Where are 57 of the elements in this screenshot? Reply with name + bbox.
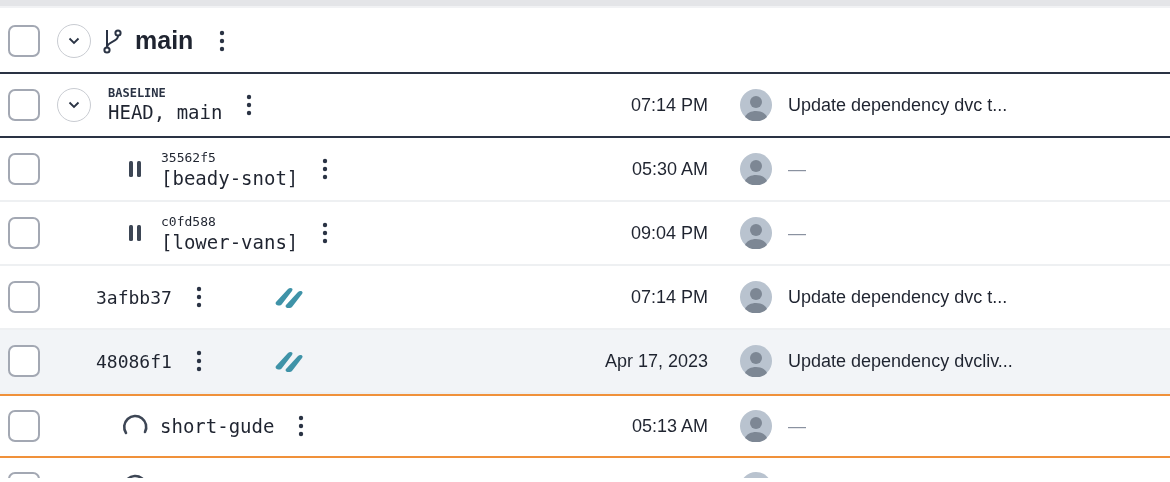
commit-time: 05:30 AM (630, 157, 708, 181)
avatar-icon (740, 153, 772, 185)
menu-icon[interactable] (322, 222, 329, 244)
avatar-icon (740, 217, 772, 249)
checkbox[interactable] (8, 281, 40, 313)
striped-icon (273, 286, 304, 308)
expand-button[interactable] (57, 88, 91, 122)
menu-icon[interactable] (322, 158, 329, 180)
commit-message: Update dependency dvc t... (788, 93, 1008, 117)
expand-button[interactable] (57, 24, 91, 58)
table-row[interactable]: c0fd588 [lower-vans] 09:04 PM — (0, 202, 1170, 266)
checkpoint-name: [beady-snot] (161, 165, 299, 190)
checkbox[interactable] (8, 410, 40, 442)
pause-icon (129, 225, 141, 241)
table-row[interactable]: 48086f1 Apr 17, 2023 Update dependency dvcliv... (0, 330, 1170, 394)
commit-name: HEAD, main (108, 100, 223, 124)
commit-sha: 3afbb37 (96, 285, 172, 310)
checkbox[interactable] (8, 89, 40, 121)
commit-time: 07:14 PM (629, 93, 708, 117)
menu-icon[interactable] (246, 94, 253, 116)
commit-message: — (788, 414, 806, 438)
commit-sha: 35562f5 (161, 148, 217, 166)
commit-message: Update dependency dvcliv... (788, 349, 1013, 373)
branch-name: main (135, 25, 194, 57)
table-row[interactable]: short-gude 05:13 AM — (0, 394, 1170, 458)
checkbox[interactable] (8, 345, 40, 377)
striped-icon (273, 350, 304, 372)
commit-sha: 48086f1 (96, 349, 172, 374)
menu-icon[interactable] (195, 350, 202, 372)
baseline-label: BASELINE (108, 86, 167, 100)
avatar-icon (740, 410, 772, 442)
commit-time: 09:04 PM (629, 221, 708, 245)
pause-icon (129, 161, 141, 177)
commit-message: — (788, 157, 806, 181)
chevron-down-icon (68, 101, 80, 109)
checkbox[interactable] (8, 153, 40, 185)
avatar-icon (740, 89, 772, 121)
experiment-name: short-gude (160, 413, 275, 439)
checkbox[interactable] (8, 25, 40, 57)
commit-sha: c0fd588 (161, 212, 217, 230)
commit-time: Apr 17, 2023 (603, 349, 708, 373)
menu-icon[interactable] (219, 30, 226, 52)
table-row[interactable]: 35562f5 [beady-snot] 05:30 AM — (0, 138, 1170, 202)
commit-message: — (788, 221, 806, 245)
menu-icon[interactable] (298, 415, 305, 437)
commit-message: Update dependency dvc t... (788, 285, 1008, 309)
menu-icon[interactable] (195, 286, 202, 308)
chevron-down-icon (68, 37, 80, 45)
checkpoint-name: [lower-vans] (161, 229, 299, 254)
commit-time: 07:14 PM (629, 285, 708, 309)
table-row[interactable]: main (0, 10, 1170, 74)
checkbox[interactable] (8, 217, 40, 249)
avatar-icon (740, 345, 772, 377)
branch-icon (103, 28, 123, 54)
commit-time: 05:13 AM (630, 414, 708, 438)
table-row[interactable]: BASELINE HEAD, main 07:14 PM Update dependency dvc t... (0, 74, 1170, 138)
avatar-icon (740, 281, 772, 313)
